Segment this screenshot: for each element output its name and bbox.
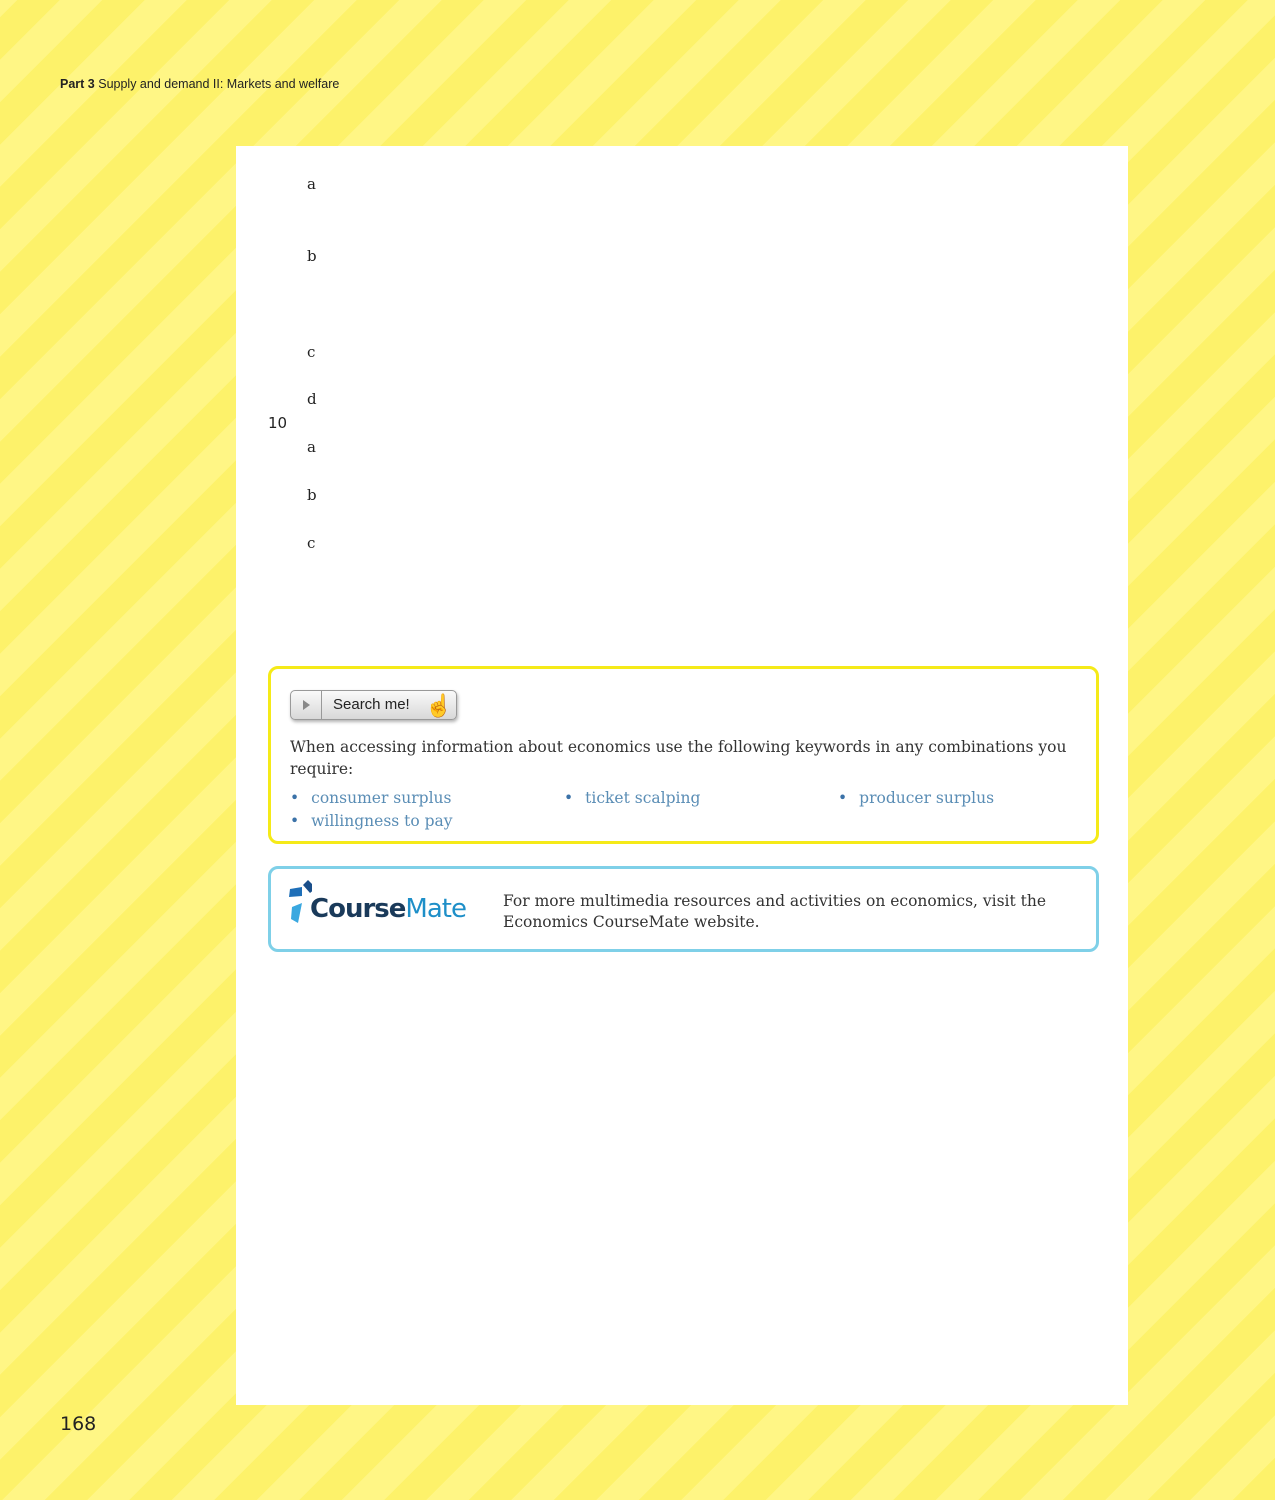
search-me-label: Search me! bbox=[333, 696, 410, 713]
coursemate-text: For more multimedia resources and activi… bbox=[503, 892, 1047, 931]
pointer-hand-icon: ☝ bbox=[425, 693, 453, 718]
coursemate-logo-icon bbox=[289, 880, 312, 923]
question-item-label: b bbox=[307, 486, 317, 504]
keyword-item: willingness to pay bbox=[290, 812, 452, 830]
search-intro: When accessing information about economi… bbox=[290, 738, 1067, 778]
coursemate-box: CourseMate For more multimedia resources… bbox=[268, 866, 1099, 952]
coursemate-logo: CourseMate bbox=[288, 879, 467, 931]
question-item-label: a bbox=[307, 175, 316, 193]
question-item-label: c bbox=[307, 343, 316, 361]
search-me-button[interactable]: Search me! ☝ bbox=[290, 690, 457, 720]
question-item-label: b bbox=[307, 247, 317, 265]
question-item-label: c bbox=[307, 534, 316, 552]
keyword-item: consumer surplus bbox=[290, 789, 451, 807]
part-label: Part 3 bbox=[60, 77, 95, 91]
running-header: Part 3 Supply and demand II: Markets and… bbox=[60, 77, 339, 91]
chapter-title: Supply and demand II: Markets and welfar… bbox=[98, 77, 340, 91]
play-icon bbox=[291, 691, 322, 719]
keyword-item: producer surplus bbox=[838, 789, 994, 807]
coursemate-logo-text: CourseMate bbox=[310, 894, 467, 924]
question-number: 10 bbox=[268, 414, 288, 432]
keyword-item: ticket scalping bbox=[564, 789, 700, 807]
search-me-box: Search me! ☝ When accessing information … bbox=[268, 666, 1099, 844]
page-number: 168 bbox=[60, 1413, 97, 1435]
question-item-label: a bbox=[307, 438, 316, 456]
question-item-label: d bbox=[307, 390, 317, 408]
